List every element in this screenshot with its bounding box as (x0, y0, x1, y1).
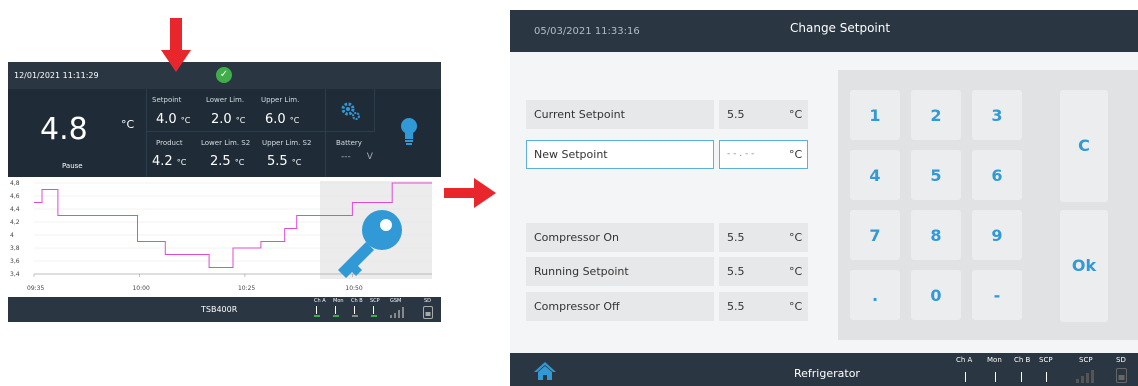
channel-ch-b: Ch B (351, 298, 363, 304)
ch-a-bar (316, 306, 317, 314)
signal-bars-icon (1076, 370, 1094, 383)
compressor-off-label: Compressor Off (534, 300, 620, 313)
sd-card-icon (423, 306, 433, 319)
new-setpoint-label: New Setpoint (534, 148, 608, 161)
key-4[interactable]: 4 (850, 150, 900, 200)
key-decimal[interactable]: . (850, 270, 900, 320)
ch-b-bar (1021, 372, 1022, 382)
lightbulb-icon[interactable] (400, 117, 418, 147)
chart-y-tick-label: 3,8 (10, 245, 20, 252)
scp-bar (1046, 372, 1047, 382)
key-7[interactable]: 7 (850, 210, 900, 260)
chart-y-tick-label: 4,2 (10, 219, 20, 226)
channel-ch-a: Ch A (956, 356, 973, 364)
compressor-off-unit: °C (789, 300, 803, 313)
setpoint-datetime: 05/03/2021 11:33:16 (534, 26, 640, 37)
battery-label: Battery (336, 139, 362, 147)
mon-bar (995, 372, 996, 382)
channel-ch-b: Ch B (1014, 356, 1031, 364)
signal-bars-icon (390, 307, 404, 318)
channel-scp: SCP (370, 298, 380, 304)
key-6[interactable]: 6 (972, 150, 1022, 200)
compressor-off-value: 5.5 (727, 300, 745, 313)
chart-y-tick-label: 4,6 (10, 193, 20, 200)
running-setpoint-value: 5.5 (727, 265, 745, 278)
setpoint-reading: 4.0 °C (156, 112, 191, 127)
channel-gsm: GSM (390, 298, 402, 304)
key-0[interactable]: 0 (911, 270, 961, 320)
mon-led (333, 315, 339, 317)
lower-lim-s2-reading: 2.5 °C (210, 154, 245, 169)
chart-x-tick-label: 10:50 (345, 285, 362, 292)
lower-lim-reading: 2.0 °C (211, 112, 246, 127)
product-label: Product (156, 139, 183, 147)
lower-lim-s2-label: Lower Lim. S2 (201, 139, 251, 147)
ch-b-led (352, 315, 358, 317)
sd-card-icon (1116, 368, 1127, 383)
device-name: TSB400R (201, 305, 238, 314)
lower-lim-label: Lower Lim. (206, 96, 245, 104)
compressor-on-value: 5.5 (727, 231, 745, 244)
key-minus[interactable]: - (972, 270, 1022, 320)
overview-datetime: 12/01/2021 11:11:29 (14, 71, 99, 80)
scp-led (371, 315, 377, 317)
chart-x-tick-label: 10:25 (238, 285, 255, 292)
chart-x-tick-label: 09:35 (27, 285, 44, 292)
battery-reading: --- V (341, 152, 373, 162)
chart-y-tick-label: 4,8 (10, 180, 20, 187)
key-8[interactable]: 8 (911, 210, 961, 260)
channel-mon: Mon (987, 356, 1002, 364)
key-2[interactable]: 2 (911, 90, 961, 140)
chart-x-tick-label: 10:00 (132, 285, 149, 292)
home-icon[interactable] (533, 361, 557, 381)
upper-lim-s2-label: Upper Lim. S2 (262, 139, 312, 147)
channel-ch-a: Ch A (314, 298, 326, 304)
upper-lim-s2-reading: 5.5 °C (267, 154, 302, 169)
main-temperature: 4.8 (40, 112, 88, 147)
channel-scp: SCP (1039, 356, 1053, 364)
running-setpoint-label: Running Setpoint (534, 265, 629, 278)
clear-button[interactable]: C (1060, 90, 1108, 202)
gear-icon[interactable] (340, 101, 362, 121)
mon-bar (335, 306, 336, 314)
ch-b-bar (354, 306, 355, 314)
compressor-on-label: Compressor On (534, 231, 619, 244)
compressor-on-unit: °C (789, 231, 803, 244)
check-circle-icon: ✓ (216, 67, 232, 83)
current-setpoint-value: 5.5 (727, 108, 745, 121)
upper-lim-label: Upper Lim. (261, 96, 300, 104)
main-status: Pause (62, 162, 83, 170)
right-arrow (444, 178, 496, 208)
channel-sd: SD (1116, 356, 1126, 364)
upper-lim-reading: 6.0 °C (265, 112, 300, 127)
ok-button[interactable]: Ok (1060, 210, 1108, 322)
channel-scp-2: SCP (1079, 356, 1093, 364)
key-icon (338, 210, 402, 278)
key-9[interactable]: 9 (972, 210, 1022, 260)
channel-mon: Mon (333, 298, 344, 304)
device-type: Refrigerator (794, 367, 860, 380)
down-arrow (161, 18, 191, 72)
running-setpoint-unit: °C (789, 265, 803, 278)
ch-a-led (314, 315, 320, 317)
key-3[interactable]: 3 (972, 90, 1022, 140)
new-setpoint-unit: °C (789, 148, 803, 161)
product-reading: 4.2 °C (152, 154, 187, 169)
channel-sd: SD (424, 298, 432, 304)
chart-y-tick-label: 3,6 (10, 258, 20, 265)
main-temperature-unit: °C (121, 118, 135, 131)
key-1[interactable]: 1 (850, 90, 900, 140)
setpoint-title: Change Setpoint (790, 21, 891, 35)
chart-y-tick-label: 3,4 (10, 271, 20, 278)
chart-y-tick-label: 4,4 (10, 206, 20, 213)
scp-bar (373, 306, 374, 314)
current-setpoint-label: Current Setpoint (534, 108, 625, 121)
new-setpoint-value: - - . - - (727, 149, 755, 159)
chart-y-tick-label: 4 (10, 232, 14, 239)
ch-a-bar (965, 372, 966, 382)
setpoint-label: Setpoint (152, 96, 182, 104)
key-5[interactable]: 5 (911, 150, 961, 200)
current-setpoint-unit: °C (789, 108, 803, 121)
